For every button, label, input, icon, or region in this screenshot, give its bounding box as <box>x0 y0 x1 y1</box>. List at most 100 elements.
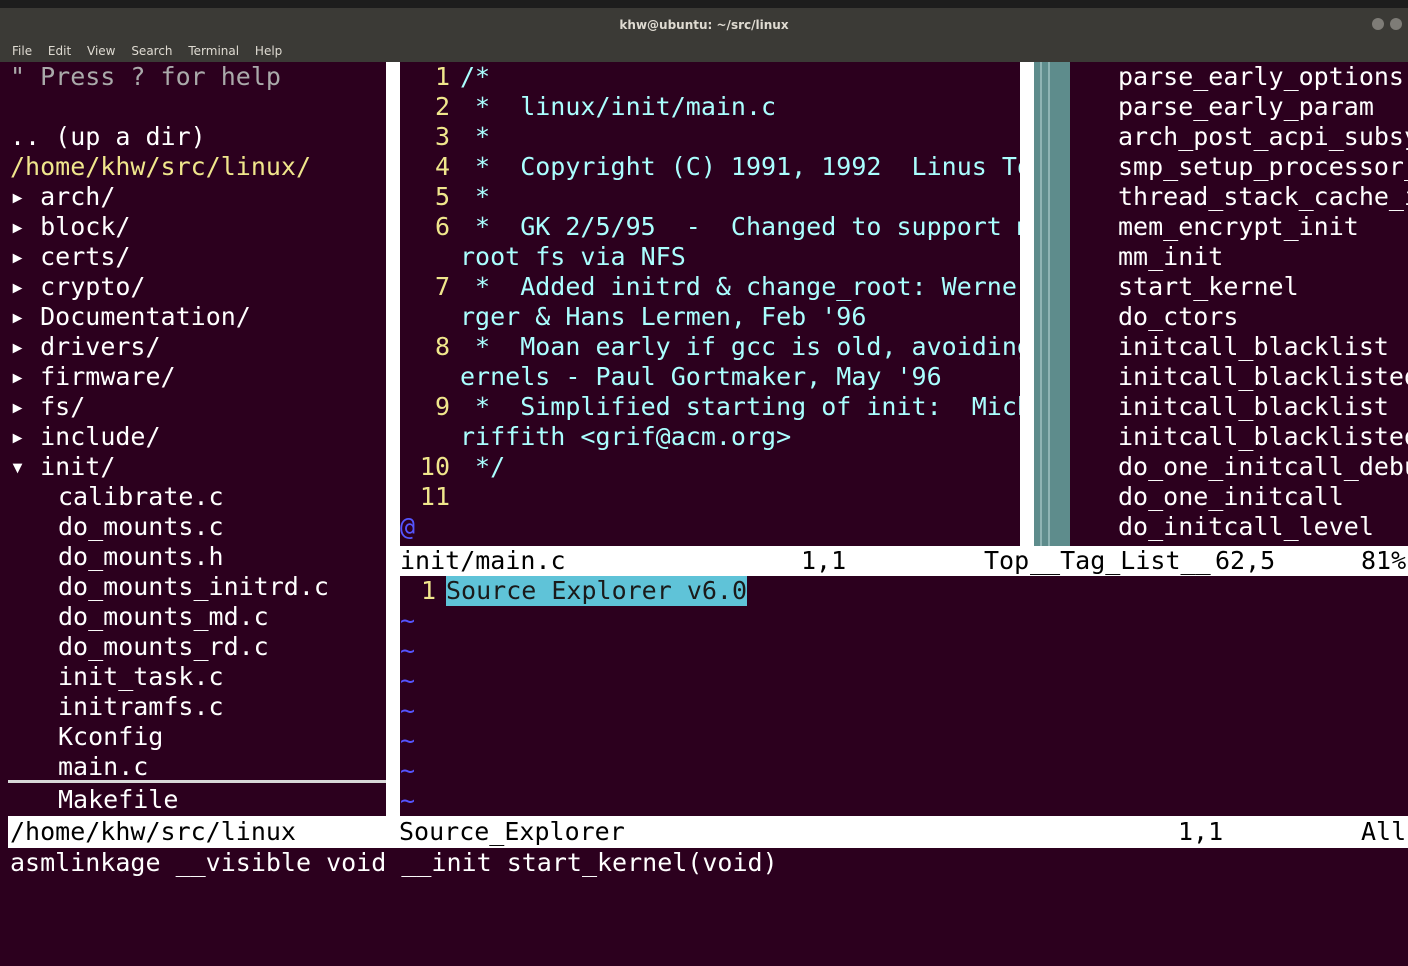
minimize-icon[interactable] <box>1372 18 1384 30</box>
code-line[interactable]: * Copyright (C) 1991, 1992 Linus Torvald… <box>460 152 1020 182</box>
line-number: 1 <box>434 62 450 91</box>
code-line[interactable]: * <box>460 182 490 212</box>
menu-file[interactable]: File <box>12 44 32 58</box>
code-line[interactable]: * GK 2/5/95 - Changed to support mountin… <box>460 212 1020 242</box>
tree-file[interactable]: do_mounts.h <box>58 542 224 572</box>
tree-file[interactable]: do_mounts_initrd.c <box>58 572 329 602</box>
expanded-arrow-icon: ▾ <box>10 452 26 481</box>
tag-item[interactable]: do_ctors <box>1118 302 1238 332</box>
code-line[interactable]: * Added initrd & change_root: Werner Alm… <box>460 272 1020 302</box>
tree-dir[interactable]: ▸ crypto/ <box>10 272 145 302</box>
code-line[interactable]: riffith <grif@acm.org> <box>460 422 791 452</box>
line-continuation-marker: @ <box>400 512 416 541</box>
tag-item[interactable]: parse_early_param <box>1118 92 1374 122</box>
title-bar: khw@ubuntu: ~/src/linux <box>0 8 1408 42</box>
source-explorer[interactable]: 1 Source Explorer v6.0 ~ ~ ~ ~ ~ ~ ~ <box>386 576 1408 816</box>
menu-edit[interactable]: Edit <box>48 44 71 58</box>
tag-item[interactable]: initcall_blacklisted <box>1118 422 1408 452</box>
code-line[interactable]: */ <box>460 452 505 482</box>
tag-item[interactable]: thread_stack_cache_init <box>1118 182 1408 212</box>
tree-root-path[interactable]: /home/khw/src/linux/ <box>10 152 311 182</box>
tree-file[interactable]: Kconfig <box>58 722 163 752</box>
tree-dir-open[interactable]: ▾ init/ <box>10 452 115 482</box>
code-line[interactable]: ernels - Paul Gortmaker, May '96 <box>460 362 942 392</box>
tag-list[interactable]: parse_early_options parse_early_param arch… <box>1070 62 1408 546</box>
tree-dir-label: arch/ <box>40 182 116 211</box>
empty-line-marker: ~ <box>400 606 416 635</box>
file-tree[interactable]: " Press ? for help .. (up a dir) /home/k… <box>8 62 386 780</box>
menu-view[interactable]: View <box>87 44 115 58</box>
empty-line-marker: ~ <box>400 696 416 725</box>
code-line[interactable]: * <box>460 122 490 152</box>
tree-up-dir[interactable]: .. (up a dir) <box>10 122 206 152</box>
tree-file[interactable]: do_mounts_rd.c <box>58 632 269 662</box>
tree-dir-label: drivers/ <box>40 332 161 361</box>
menu-terminal[interactable]: Terminal <box>188 44 239 58</box>
tag-item[interactable]: mm_init <box>1118 242 1223 272</box>
tree-file[interactable]: do_mounts_md.c <box>58 602 269 632</box>
tree-dir[interactable]: ▸ fs/ <box>10 392 85 422</box>
empty-line-marker: ~ <box>400 726 416 755</box>
tag-item[interactable]: smp_setup_processor_id <box>1118 152 1408 182</box>
code-line[interactable]: * Moan early if gcc is old, avoiding bog… <box>460 332 1020 362</box>
tree-file-makefile[interactable]: Makefile <box>58 785 178 815</box>
tree-file[interactable]: initramfs.c <box>58 692 224 722</box>
fold-guide <box>1040 62 1042 546</box>
code-line[interactable]: root fs via NFS <box>460 242 686 272</box>
menu-search[interactable]: Search <box>131 44 172 58</box>
menu-help[interactable]: Help <box>255 44 282 58</box>
fold-guide <box>1048 62 1050 546</box>
tree-dir[interactable]: ▸ arch/ <box>10 182 115 212</box>
tree-dir[interactable]: ▸ firmware/ <box>10 362 176 392</box>
tree-file[interactable]: calibrate.c <box>58 482 224 512</box>
line-number: 11 <box>419 482 450 511</box>
line-number: 9 <box>434 392 450 421</box>
tree-dir[interactable]: ▸ Documentation/ <box>10 302 251 332</box>
system-top-bar <box>0 0 1408 8</box>
tree-file[interactable]: do_mounts.c <box>58 512 224 542</box>
tree-dir[interactable]: ▸ block/ <box>10 212 130 242</box>
tag-item[interactable]: mem_encrypt_init <box>1118 212 1359 242</box>
tree-file[interactable]: main.c <box>58 752 148 780</box>
empty-line-marker: ~ <box>400 786 416 815</box>
code-editor[interactable]: 1 /* 2 * linux/init/main.c 3 * 4 * Copyright… <box>400 62 1020 546</box>
tree-file[interactable]: init_task.c <box>58 662 224 692</box>
line-number: 4 <box>434 152 450 181</box>
tree-dir-label: firmware/ <box>40 362 176 391</box>
taglist-status-pct: 81% <box>1361 546 1407 575</box>
tag-item[interactable]: do_one_initcall_debug <box>1118 452 1408 482</box>
collapsed-arrow-icon: ▸ <box>10 422 26 451</box>
tree-dir[interactable]: ▸ include/ <box>10 422 161 452</box>
tag-item[interactable]: arch_post_acpi_subsys_i <box>1118 122 1408 152</box>
code-line[interactable]: * linux/init/main.c <box>460 92 776 122</box>
menu-bar: File Edit View Search Terminal Help <box>0 42 1408 62</box>
maximize-icon[interactable] <box>1390 18 1402 30</box>
tree-last-file[interactable]: Makefile <box>8 785 386 815</box>
tree-dir-label: include/ <box>40 422 161 451</box>
editor-split-bar[interactable] <box>1020 62 1034 546</box>
taglist-status-name: __Tag_List__ <box>1030 546 1211 575</box>
collapsed-arrow-icon: ▸ <box>10 332 26 361</box>
tag-item[interactable]: parse_early_options <box>1118 62 1404 92</box>
code-line[interactable]: /* <box>460 62 490 92</box>
tag-item[interactable]: do_initcall_level <box>1118 512 1374 542</box>
left-margin <box>0 62 8 886</box>
status-scroll-pos: Top <box>984 546 1030 575</box>
status-tree-path: /home/khw/src/linux <box>10 817 296 846</box>
tag-item[interactable]: initcall_blacklist <box>1118 332 1389 362</box>
collapsed-arrow-icon: ▸ <box>10 212 26 241</box>
tree-dir[interactable]: ▸ drivers/ <box>10 332 161 362</box>
tag-item[interactable]: do_one_initcall <box>1118 482 1344 512</box>
taglist-status-pos: 62,5 <box>1215 546 1276 575</box>
command-line[interactable]: asmlinkage __visible void __init start_k… <box>8 848 1408 886</box>
tag-item[interactable]: initcall_blacklist <box>1118 392 1389 422</box>
code-line[interactable]: rger & Hans Lermen, Feb '96 <box>460 302 866 332</box>
tag-item[interactable]: start_kernel <box>1118 272 1299 302</box>
tree-dir-label: Documentation/ <box>40 302 251 331</box>
tree-dir[interactable]: ▸ certs/ <box>10 242 130 272</box>
line-number: 6 <box>434 212 450 241</box>
tag-item[interactable]: initcall_blacklisted <box>1118 362 1408 392</box>
empty-line-marker: ~ <box>400 666 416 695</box>
status-cursor-pos: 1,1 <box>801 546 847 575</box>
code-line[interactable]: * Simplified starting of init: Michael A… <box>460 392 1020 422</box>
